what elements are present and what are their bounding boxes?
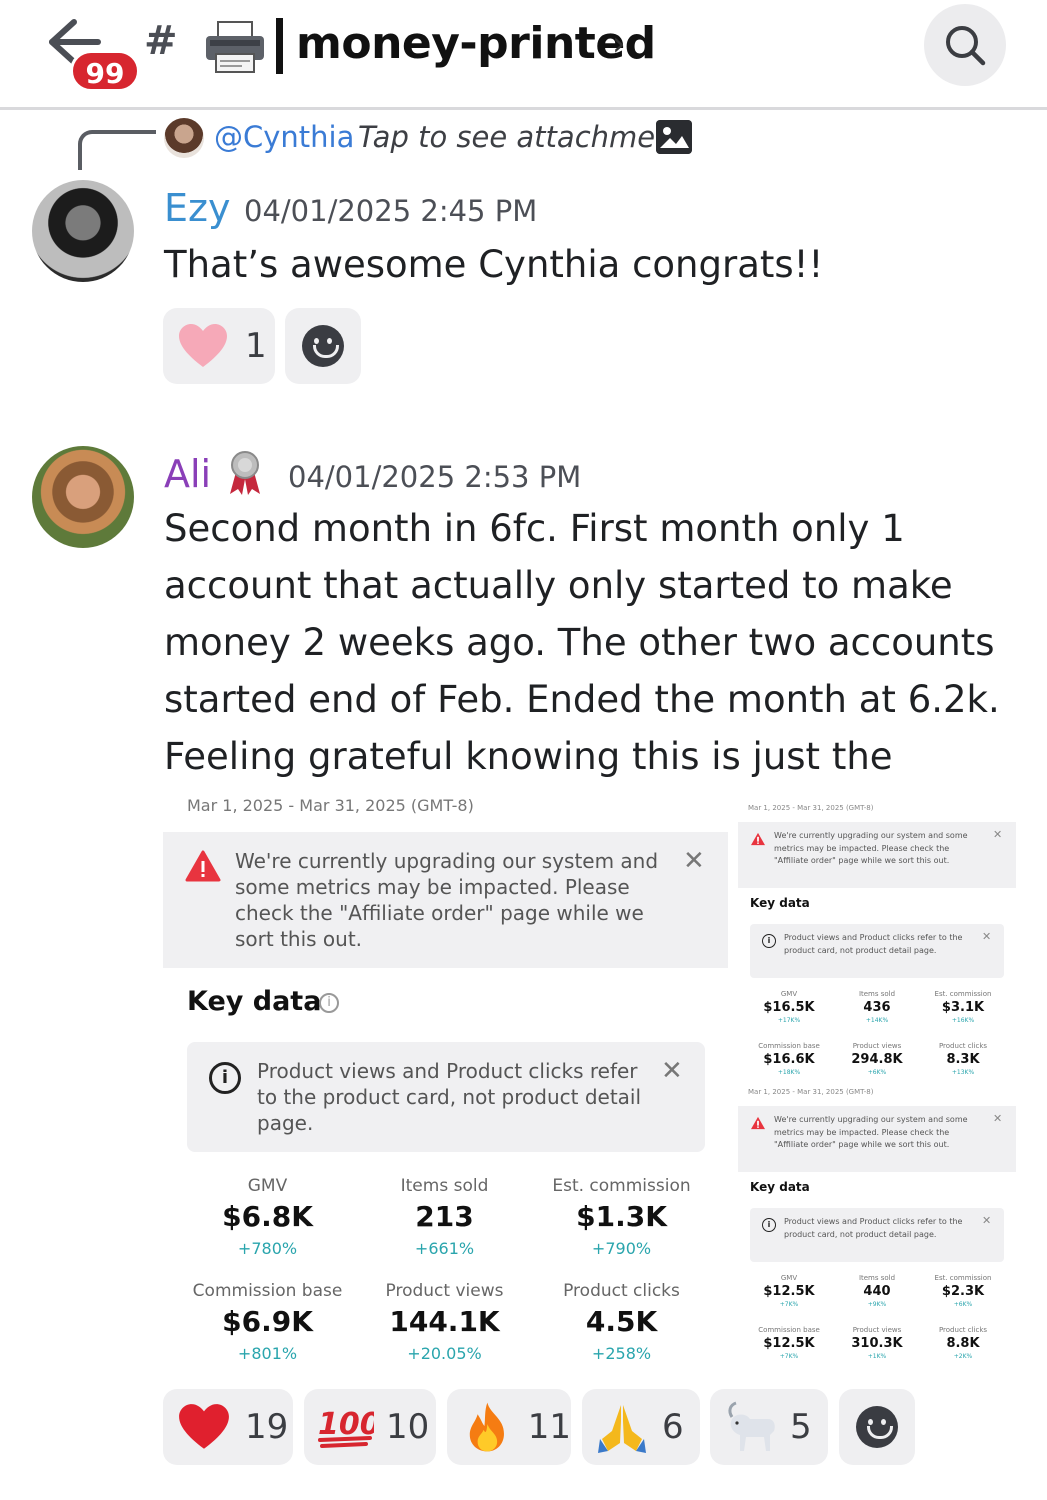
metric-gmv: GMV $16.5K +17K%: [763, 990, 815, 1024]
reaction-goat[interactable]: 5: [710, 1389, 828, 1465]
add-reaction-button[interactable]: [839, 1389, 915, 1465]
metric-product-views: Product views 294.8K +6K%: [851, 1042, 903, 1076]
warning-icon: [751, 1116, 765, 1130]
unread-badge: 99: [70, 50, 140, 92]
metric-commission-base: Commission base $16.6K +18K%: [758, 1042, 820, 1076]
metric-product-views: Product views 144.1K +20.05%: [385, 1281, 504, 1363]
metric-est-commission: Est. commission $3.1K +16K%: [934, 990, 992, 1024]
award-ribbon-icon: [230, 451, 260, 495]
reaction-count: 5: [790, 1407, 812, 1447]
close-icon: ✕: [982, 930, 992, 943]
add-reaction-icon: [856, 1406, 898, 1448]
info-notice: i Product views and Product clicks refer…: [750, 924, 1004, 978]
close-icon: ✕: [661, 1056, 683, 1086]
date-range: Mar 1, 2025 - Mar 31, 2025 (GMT-8): [187, 796, 474, 815]
info-circle-icon: i: [209, 1062, 241, 1094]
author-name[interactable]: Ali: [164, 452, 211, 496]
metric-gmv: GMV $12.5K +7K%: [763, 1274, 815, 1308]
reaction-count: 19: [245, 1407, 289, 1447]
metric-items-sold: Items sold 440 +9K%: [858, 1274, 896, 1308]
key-data-title: Key data: [750, 896, 810, 910]
search-icon: [946, 26, 986, 66]
reply-mention[interactable]: @Cynthia: [214, 120, 354, 154]
reply-avatar: [164, 118, 204, 158]
metric-commission-base: Commission base $6.9K +801%: [192, 1281, 343, 1363]
reaction-count: 6: [662, 1407, 684, 1447]
reaction-count: 10: [386, 1407, 430, 1447]
info-notice-text: Product views and Product clicks refer t…: [257, 1059, 642, 1135]
date-range: Mar 1, 2025 - Mar 31, 2025 (GMT-8): [748, 1088, 874, 1096]
add-reaction-button[interactable]: [285, 308, 361, 384]
goat-icon: [728, 1401, 775, 1451]
metric-gmv: GMV $6.8K +780%: [222, 1176, 313, 1258]
info-notice: i Product views and Product clicks refer…: [187, 1042, 705, 1152]
reaction-fire[interactable]: 11: [447, 1389, 571, 1465]
title-divider: [276, 18, 283, 74]
metric-commission-base: Commission base $12.5K +7K%: [758, 1326, 820, 1360]
image-attachment-icon: [656, 120, 692, 154]
info-circle-icon: i: [762, 1218, 776, 1232]
folded-hands-icon: [598, 1405, 646, 1453]
date-range: Mar 1, 2025 - Mar 31, 2025 (GMT-8): [748, 804, 874, 812]
warning-banner: We're currently upgrading our system and…: [163, 832, 728, 968]
reaction-heart[interactable]: 19: [163, 1389, 293, 1465]
attachment-image-3[interactable]: Mar 1, 2025 - Mar 31, 2025 (GMT-8) We're…: [738, 1084, 1016, 1368]
reaction-count: 11: [527, 1407, 571, 1447]
reaction-hundred[interactable]: 100 10: [304, 1389, 436, 1465]
reply-preview-text[interactable]: Tap to see attachment: [358, 120, 685, 154]
key-data-title: Key data: [187, 986, 322, 1017]
red-heart-icon: [179, 1404, 229, 1449]
warning-text: We're currently upgrading our system and…: [235, 849, 659, 951]
fire-icon: [469, 1402, 504, 1452]
printer-icon: [206, 21, 264, 73]
add-reaction-icon: [302, 325, 344, 367]
warning-icon: [185, 850, 221, 882]
metric-est-commission: Est. commission $1.3K +790%: [552, 1176, 691, 1258]
metric-items-sold: Items sold 213 +661%: [400, 1176, 489, 1258]
close-icon: ✕: [993, 828, 1003, 841]
reaction-heart[interactable]: 1: [163, 308, 275, 384]
close-icon: ✕: [683, 846, 705, 876]
channel-title[interactable]: money-printed: [296, 18, 656, 69]
reaction-count: 1: [245, 326, 267, 366]
hundred-points-icon: 100: [318, 1407, 374, 1448]
metric-items-sold: Items sold 436 +14K%: [858, 990, 896, 1024]
warning-banner: We're currently upgrading our system and…: [738, 822, 1016, 888]
reply-connector: [78, 130, 156, 170]
attachment-image-2[interactable]: Mar 1, 2025 - Mar 31, 2025 (GMT-8) We're…: [738, 800, 1016, 1084]
avatar-ali[interactable]: [32, 446, 134, 548]
warning-icon: [751, 832, 765, 846]
search-button[interactable]: [924, 4, 1006, 86]
chevron-right-icon[interactable]: ›: [612, 24, 626, 64]
metric-est-commission: Est. commission $2.3K +6K%: [934, 1274, 992, 1308]
info-notice: i Product views and Product clicks refer…: [750, 1208, 1004, 1262]
metric-product-clicks: Product clicks 8.3K +13K%: [938, 1042, 988, 1076]
metric-product-clicks: Product clicks 4.5K +258%: [563, 1281, 680, 1363]
author-name[interactable]: Ezy: [164, 186, 230, 230]
channel-header: 99 # money-printed ›: [0, 0, 1047, 110]
message-timestamp: 04/01/2025 2:53 PM: [288, 460, 582, 494]
warning-banner: We're currently upgrading our system and…: [738, 1106, 1016, 1172]
message-text: Second month in 6fc. First month only 1 …: [164, 507, 1000, 835]
message-timestamp: 04/01/2025 2:45 PM: [244, 194, 538, 228]
close-icon: ✕: [993, 1112, 1003, 1125]
info-circle-icon: i: [762, 934, 776, 948]
attachment-image-main[interactable]: Mar 1, 2025 - Mar 31, 2025 (GMT-8) We're…: [163, 792, 728, 1372]
avatar-ezy[interactable]: [32, 180, 134, 282]
pink-heart-icon: [179, 324, 227, 367]
key-data-title: Key data: [750, 1180, 810, 1194]
close-icon: ✕: [982, 1214, 992, 1227]
info-icon: i: [319, 993, 339, 1013]
metric-product-views: Product views 310.3K +1K%: [851, 1326, 903, 1360]
metric-product-clicks: Product clicks 8.8K +2K%: [938, 1326, 988, 1360]
message-text: That’s awesome Cynthia congrats!!: [164, 243, 824, 286]
reaction-pray[interactable]: 6: [582, 1389, 700, 1465]
channel-hash-icon: #: [144, 18, 178, 64]
